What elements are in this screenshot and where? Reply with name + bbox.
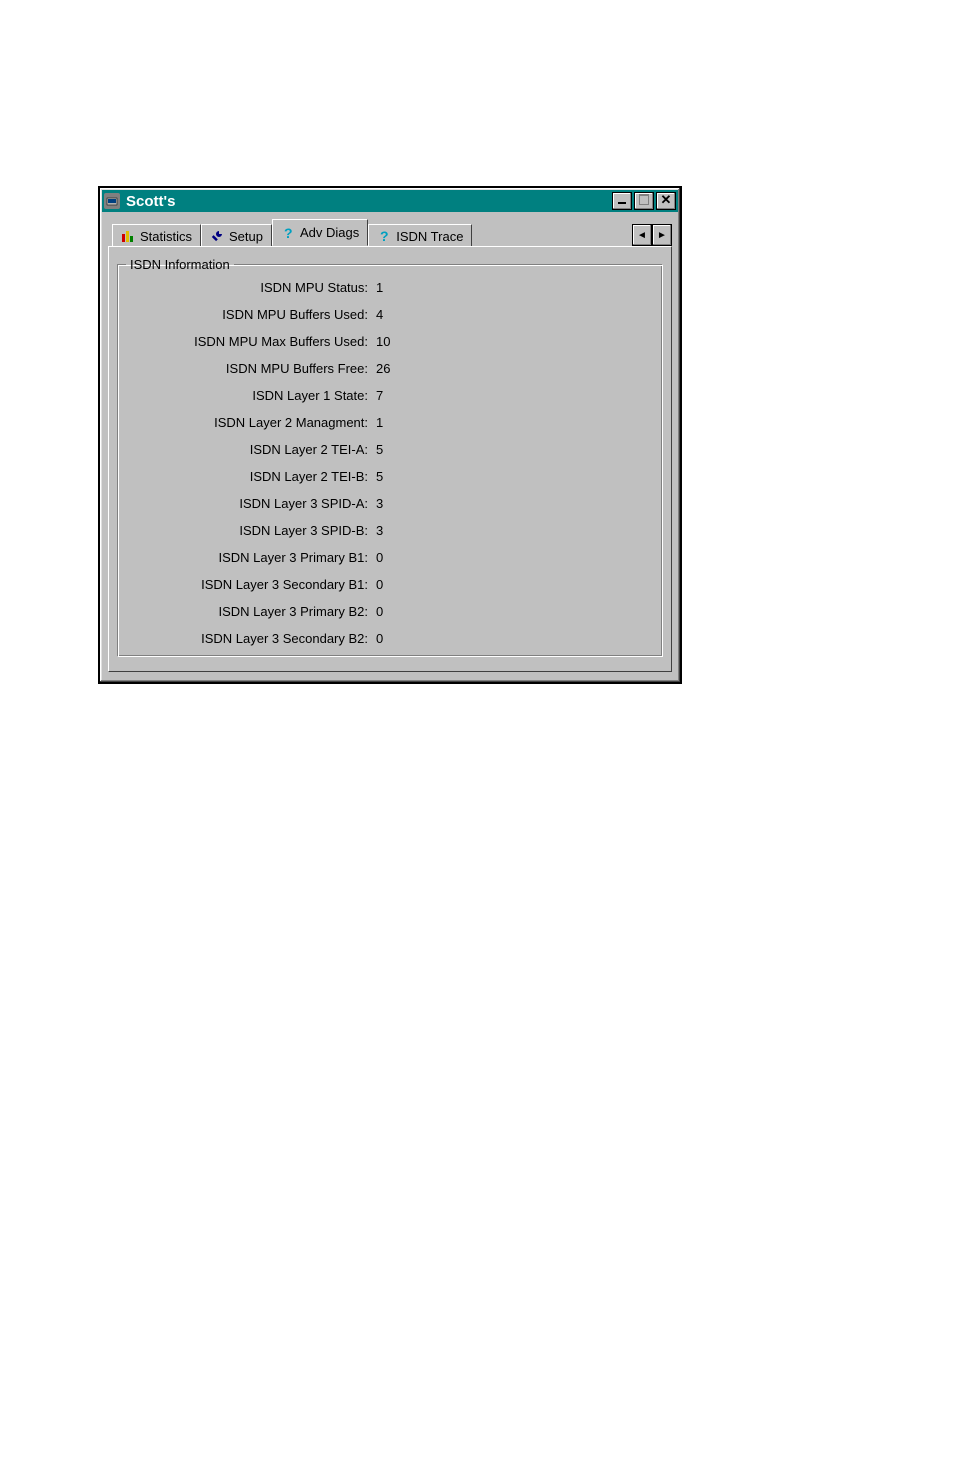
window-title: Scott's bbox=[124, 193, 610, 210]
field-label: ISDN Layer 1 State: bbox=[126, 388, 376, 403]
tab-scroll: ◄ ► bbox=[632, 224, 672, 246]
field-value: 4 bbox=[376, 307, 654, 322]
field-label: ISDN Layer 3 SPID-B: bbox=[126, 523, 376, 538]
field-label: ISDN Layer 3 Secondary B1: bbox=[126, 577, 376, 592]
tab-scroll-right-button[interactable]: ► bbox=[652, 224, 672, 246]
titlebar[interactable]: Scott's ✕ bbox=[102, 190, 678, 212]
field-label: ISDN Layer 2 Managment: bbox=[126, 415, 376, 430]
tab-adv-diags[interactable]: ? Adv Diags bbox=[272, 219, 368, 246]
tab-strip: Statistics Setup ? bbox=[108, 220, 672, 246]
close-icon: ✕ bbox=[661, 193, 672, 206]
field-label: ISDN MPU Status: bbox=[126, 280, 376, 295]
isdn-info-grid: ISDN MPU Status: 1 ISDN MPU Buffers Used… bbox=[126, 280, 654, 646]
field-value: 10 bbox=[376, 334, 654, 349]
tab-label: Adv Diags bbox=[300, 225, 359, 240]
chevron-right-icon: ► bbox=[657, 230, 667, 241]
tab-isdn-trace[interactable]: ? ISDN Trace bbox=[368, 224, 472, 247]
field-label: ISDN MPU Buffers Free: bbox=[126, 361, 376, 376]
statistics-icon bbox=[121, 229, 135, 243]
field-label: ISDN Layer 3 Primary B1: bbox=[126, 550, 376, 565]
tab-scroll-left-button[interactable]: ◄ bbox=[632, 224, 652, 246]
help-icon: ? bbox=[281, 226, 295, 240]
field-label: ISDN Layer 2 TEI-A: bbox=[126, 442, 376, 457]
field-label: ISDN Layer 3 SPID-A: bbox=[126, 496, 376, 511]
field-value: 0 bbox=[376, 550, 654, 565]
maximize-icon bbox=[639, 194, 649, 205]
field-label: ISDN MPU Max Buffers Used: bbox=[126, 334, 376, 349]
field-value: 7 bbox=[376, 388, 654, 403]
minimize-button[interactable] bbox=[612, 192, 632, 210]
help-icon: ? bbox=[377, 229, 391, 243]
client-area: Statistics Setup ? bbox=[100, 214, 680, 682]
svg-text:?: ? bbox=[284, 226, 293, 240]
field-label: ISDN Layer 3 Primary B2: bbox=[126, 604, 376, 619]
field-value: 0 bbox=[376, 604, 654, 619]
field-value: 5 bbox=[376, 469, 654, 484]
tab-label: Statistics bbox=[140, 229, 192, 244]
isdn-information-group: ISDN Information ISDN MPU Status: 1 ISDN… bbox=[117, 257, 663, 657]
tab-setup[interactable]: Setup bbox=[201, 224, 272, 247]
field-value: 3 bbox=[376, 496, 654, 511]
tab-label: Setup bbox=[229, 229, 263, 244]
group-legend: ISDN Information bbox=[126, 257, 234, 272]
field-value: 1 bbox=[376, 415, 654, 430]
app-icon bbox=[104, 193, 120, 209]
field-label: ISDN Layer 3 Secondary B2: bbox=[126, 631, 376, 646]
tab-panel-adv-diags: ISDN Information ISDN MPU Status: 1 ISDN… bbox=[108, 246, 672, 672]
field-value: 0 bbox=[376, 631, 654, 646]
chevron-left-icon: ◄ bbox=[637, 230, 647, 241]
field-value: 0 bbox=[376, 577, 654, 592]
tab-label: ISDN Trace bbox=[396, 229, 463, 244]
maximize-button bbox=[634, 192, 654, 210]
svg-text:?: ? bbox=[380, 229, 389, 243]
minimize-icon bbox=[618, 202, 626, 204]
field-value: 5 bbox=[376, 442, 654, 457]
tab-statistics[interactable]: Statistics bbox=[112, 224, 201, 247]
field-value: 26 bbox=[376, 361, 654, 376]
wrench-icon bbox=[210, 229, 224, 243]
app-window: Scott's ✕ bbox=[98, 186, 682, 684]
field-label: ISDN Layer 2 TEI-B: bbox=[126, 469, 376, 484]
field-value: 3 bbox=[376, 523, 654, 538]
field-label: ISDN MPU Buffers Used: bbox=[126, 307, 376, 322]
close-button[interactable]: ✕ bbox=[656, 192, 676, 210]
field-value: 1 bbox=[376, 280, 654, 295]
